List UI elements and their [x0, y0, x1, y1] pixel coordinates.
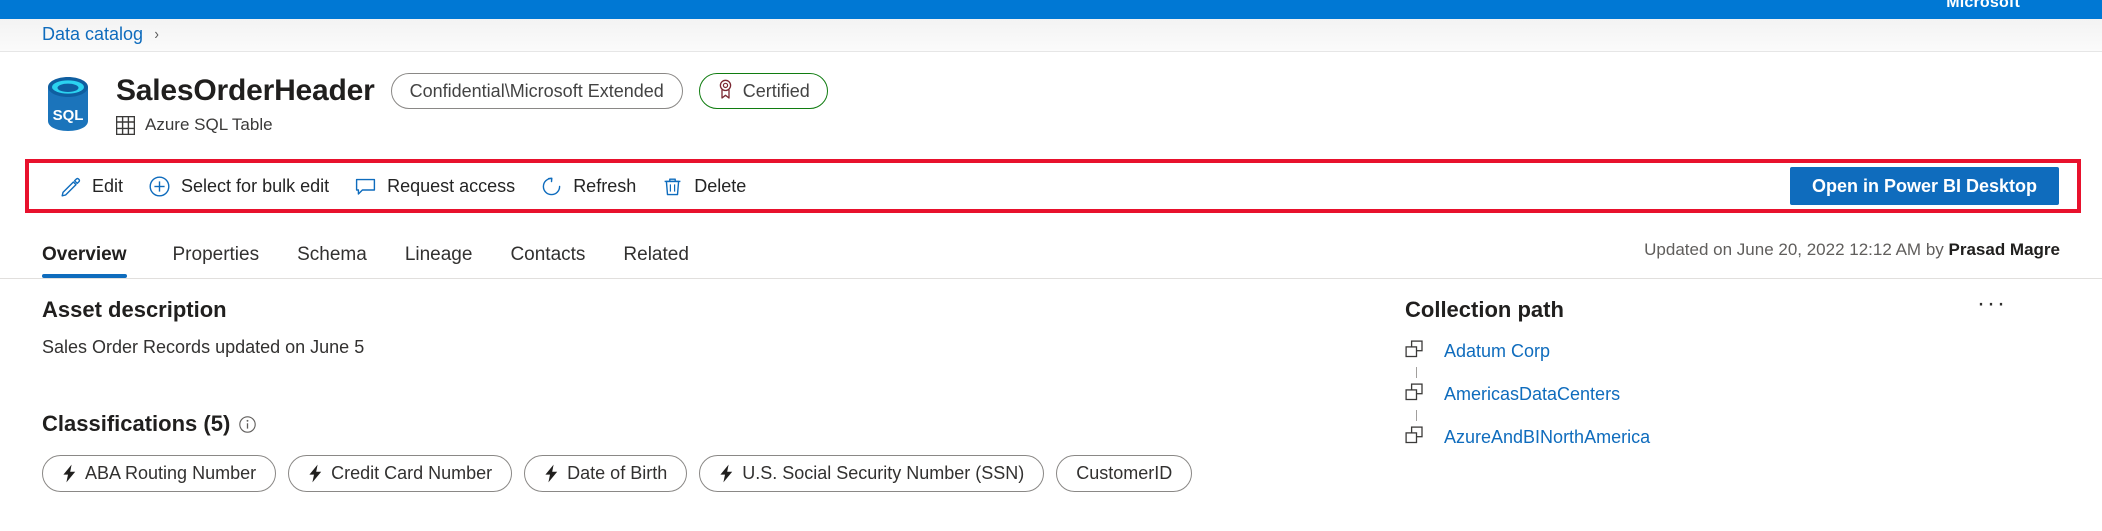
last-updated-meta: Updated on June 20, 2022 12:12 AM by Pra… [1644, 240, 2060, 260]
last-updated-user: Prasad Magre [1948, 240, 2061, 259]
classification-chip[interactable]: ABA Routing Number [42, 455, 277, 492]
sensitivity-label-text: Confidential\Microsoft Extended [409, 80, 664, 101]
open-in-power-bi-desktop-button[interactable]: Open in Power BI Desktop [1789, 167, 2059, 205]
more-options-icon[interactable]: ··· [1971, 292, 2013, 316]
tab-overview[interactable]: Overview [42, 245, 146, 278]
tab-related[interactable]: Related [604, 245, 708, 278]
collection-path-list: Adatum Corp AmericasDataCenters AzureAnd… [1405, 335, 2055, 453]
classification-chip-list: ABA Routing Number Credit Card Number Da… [42, 455, 1322, 492]
classification-chip-label: CustomerID [1076, 463, 1173, 483]
tab-lineage[interactable]: Lineage [386, 245, 492, 278]
select-for-bulk-edit-button[interactable]: Select for bulk edit [136, 166, 342, 206]
bolt-icon [544, 464, 559, 483]
bolt-icon [719, 464, 734, 483]
classification-chip[interactable]: U.S. Social Security Number (SSN) [699, 455, 1045, 492]
asset-type-label: Azure SQL Table [145, 115, 273, 134]
refresh-icon [541, 176, 562, 197]
bolt-icon [308, 464, 323, 483]
azure-sql-database-icon: SQL [44, 75, 92, 133]
breadcrumb-bar: Data catalog › [0, 19, 2102, 52]
breadcrumb-item-data-catalog[interactable]: Data catalog [42, 24, 143, 45]
overview-right-column: Collection path ··· Adatum Corp Americas… [1405, 292, 2055, 453]
collection-path-link[interactable]: AmericasDataCenters [1444, 384, 1620, 405]
certified-ribbon-icon [717, 79, 734, 104]
tabs-bar: Overview Properties Schema Lineage Conta… [0, 222, 2102, 279]
classification-chip[interactable]: CustomerID [1056, 455, 1193, 492]
microsoft-brand-label: Microsoft [1946, 0, 2020, 11]
command-bar: Edit Select for bulk edit Request access [29, 163, 2077, 209]
collection-path-connector [1405, 367, 1428, 378]
request-access-button[interactable]: Request access [342, 166, 528, 206]
select-for-bulk-edit-label: Select for bulk edit [181, 175, 330, 196]
collection-path-connector [1405, 410, 1428, 421]
refresh-button[interactable]: Refresh [528, 166, 649, 206]
classifications-heading: Classifications (5) [42, 411, 1322, 437]
certified-badge[interactable]: Certified [698, 73, 828, 109]
delete-button[interactable]: Delete [649, 166, 759, 206]
svg-text:SQL: SQL [53, 107, 84, 124]
top-app-bar: Microsoft [0, 0, 2102, 19]
command-bar-highlight: Edit Select for bulk edit Request access [25, 159, 2081, 213]
collection-path-header: Collection path ··· [1405, 292, 2055, 323]
trash-icon [662, 176, 683, 197]
asset-description-heading: Asset description [42, 297, 227, 322]
classification-chip-label: Date of Birth [567, 463, 668, 483]
collection-icon [1405, 383, 1428, 405]
collection-icon [1405, 426, 1428, 448]
collection-path-link[interactable]: Adatum Corp [1444, 341, 1550, 362]
delete-label: Delete [694, 175, 747, 196]
classification-chip[interactable]: Date of Birth [524, 455, 688, 492]
edit-button-label: Edit [92, 175, 124, 196]
bolt-icon [62, 464, 77, 483]
overview-left-column: Asset description Sales Order Records up… [42, 297, 1322, 492]
classification-chip-label: ABA Routing Number [85, 463, 257, 483]
collection-path-link[interactable]: AzureAndBINorthAmerica [1444, 427, 1650, 448]
classification-chip-label: U.S. Social Security Number (SSN) [742, 463, 1025, 483]
collection-path-heading: Collection path [1405, 297, 1564, 322]
collection-path-item[interactable]: Adatum Corp [1405, 335, 2055, 367]
breadcrumb: Data catalog › [42, 24, 159, 45]
collection-path-item[interactable]: AzureAndBINorthAmerica [1405, 421, 2055, 453]
classification-chip[interactable]: Credit Card Number [288, 455, 513, 492]
asset-header: SQL SalesOrderHeader Confidential\Micros… [0, 53, 2102, 159]
classification-chip-label: Credit Card Number [331, 463, 493, 483]
comment-icon [355, 176, 376, 197]
asset-description-text: Sales Order Records updated on June 5 [42, 337, 365, 357]
chevron-right-icon: › [154, 25, 160, 43]
page-title: SalesOrderHeader [116, 74, 375, 107]
certified-label: Certified [742, 80, 810, 101]
classifications-heading-label: Classifications (5) [42, 411, 231, 436]
tab-schema[interactable]: Schema [278, 245, 386, 278]
tab-properties[interactable]: Properties [154, 245, 279, 278]
plus-circle-icon [149, 175, 170, 197]
last-updated-text: Updated on June 20, 2022 12:12 AM by [1644, 240, 1949, 259]
collection-path-item[interactable]: AmericasDataCenters [1405, 378, 2055, 410]
asset-type-row: Azure SQL Table [116, 115, 273, 135]
collection-icon [1405, 340, 1428, 362]
edit-button[interactable]: Edit [47, 166, 136, 206]
request-access-label: Request access [387, 175, 516, 196]
refresh-label: Refresh [573, 175, 637, 196]
sensitivity-label-badge[interactable]: Confidential\Microsoft Extended [390, 73, 683, 109]
table-grid-icon [116, 115, 135, 135]
tab-list: Overview Properties Schema Lineage Conta… [42, 222, 708, 278]
tab-contacts[interactable]: Contacts [491, 245, 604, 278]
info-icon[interactable] [239, 415, 257, 433]
asset-title-row: SalesOrderHeader Confidential\Microsoft … [116, 73, 828, 109]
pencil-icon [60, 176, 81, 197]
